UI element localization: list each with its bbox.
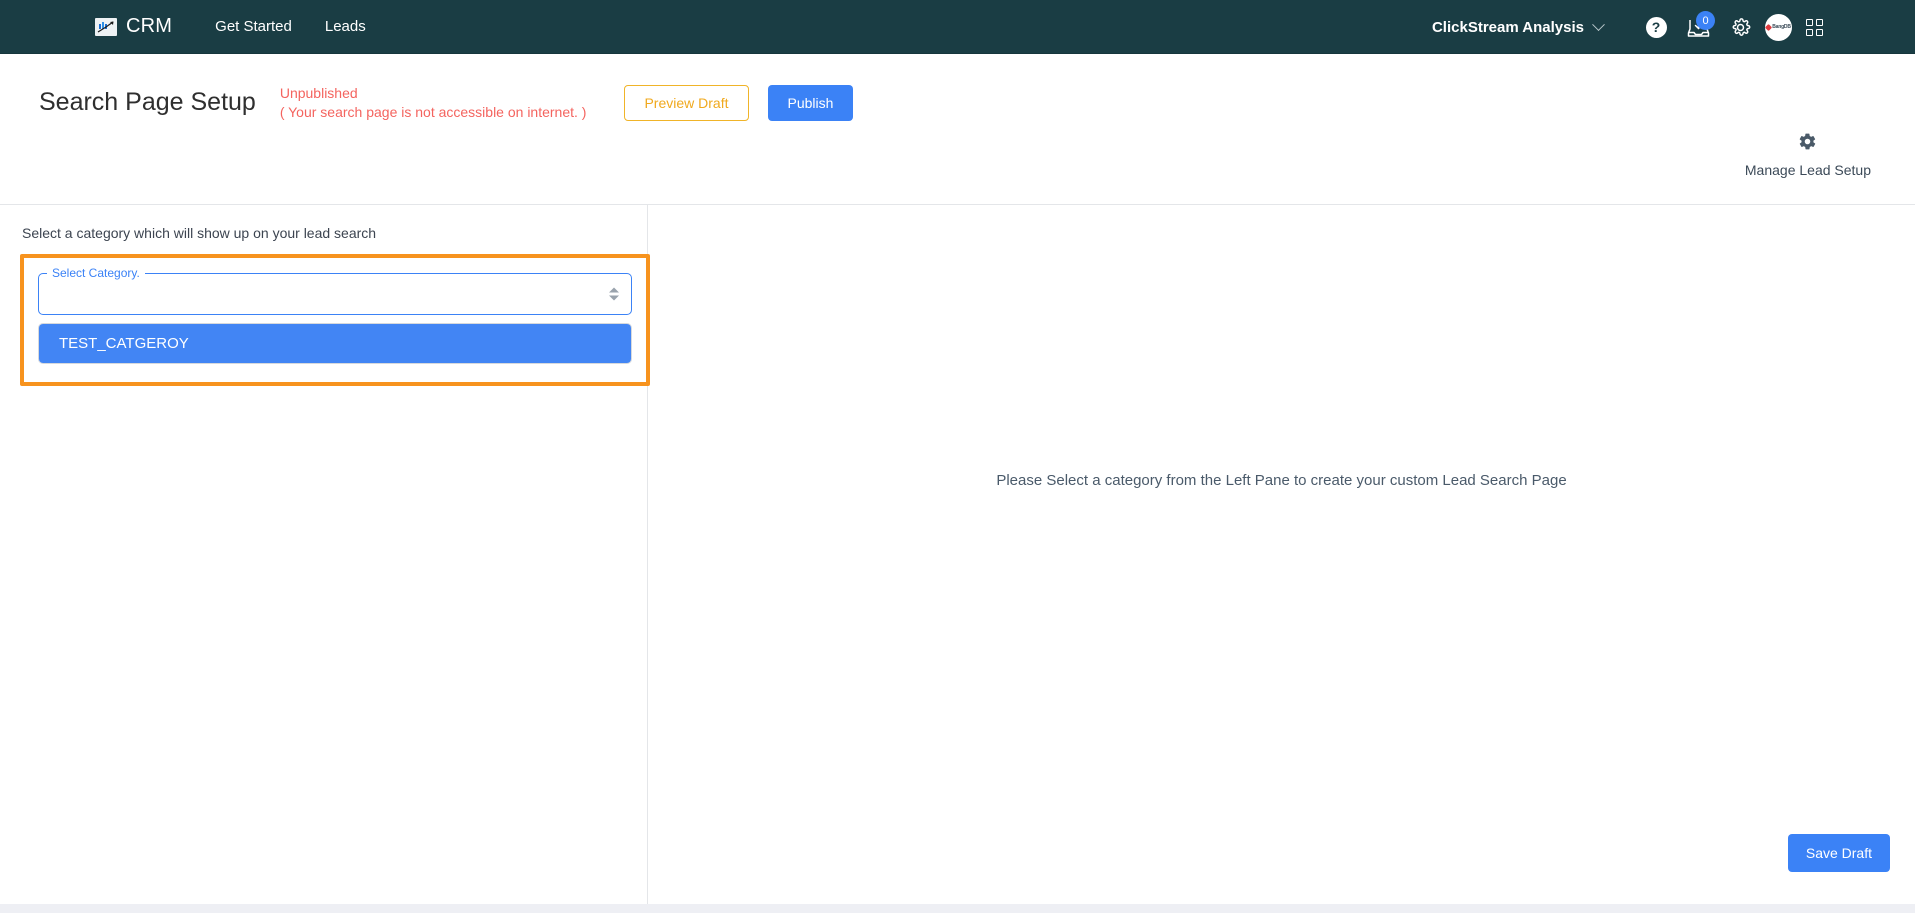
footer-strip	[0, 904, 1915, 913]
nav-right-group: ClickStream Analysis ? 0 BangDB	[1432, 0, 1823, 54]
save-draft-button[interactable]: Save Draft	[1787, 834, 1890, 872]
grid-apps-icon[interactable]	[1806, 18, 1823, 36]
avatar-text: BangDB	[1772, 24, 1791, 30]
gear-icon	[1732, 17, 1750, 36]
right-pane: Please Select a category from the Left P…	[648, 205, 1915, 904]
grid-cell	[1816, 18, 1823, 26]
manage-lead-setup-label: Manage Lead Setup	[1744, 162, 1871, 178]
brand-name: CRM	[126, 15, 173, 37]
account-switcher[interactable]: ClickStream Analysis	[1431, 17, 1605, 36]
settings-button[interactable]	[1723, 10, 1757, 44]
chevron-down-icon	[1592, 17, 1605, 31]
avatar-dot-icon	[1765, 23, 1773, 31]
page-header: Search Page Setup Unpublished ( Your sea…	[0, 54, 1915, 204]
category-select-field[interactable]: Select Category.	[38, 265, 632, 315]
brand-logo-group[interactable]: CRM	[95, 15, 172, 38]
page-title: Search Page Setup	[39, 88, 256, 117]
help-icon: ?	[1645, 16, 1667, 38]
preview-draft-button[interactable]: Preview Draft	[624, 84, 749, 121]
grid-cell	[1806, 28, 1813, 36]
grid-cell	[1806, 18, 1813, 26]
category-selector-highlight: Select Category. TEST_CATGEROY	[20, 254, 650, 386]
nav-link-get-started[interactable]: Get Started	[215, 18, 292, 35]
inbox-button[interactable]: 0	[1681, 10, 1715, 44]
category-option-list: TEST_CATGEROY	[38, 323, 632, 364]
status-badge: Unpublished	[279, 85, 358, 101]
category-search-input[interactable]	[38, 273, 632, 315]
manage-lead-setup-button[interactable]: Manage Lead Setup	[1745, 132, 1871, 178]
category-option-item[interactable]: TEST_CATGEROY	[39, 324, 631, 363]
publish-button[interactable]: Publish	[767, 84, 854, 121]
grid-cell	[1816, 28, 1823, 36]
publish-status-block: Unpublished ( Your search page is not ac…	[280, 84, 587, 122]
content-split: Select a category which will show up on …	[0, 204, 1915, 904]
empty-state-message: Please Select a category from the Left P…	[996, 472, 1567, 489]
avatar-inner-logo: BangDB	[1765, 23, 1791, 31]
nav-link-leads[interactable]: Leads	[325, 18, 366, 35]
nav-left-group: CRM Get Started Leads	[0, 15, 366, 38]
left-pane: Select a category which will show up on …	[0, 205, 650, 904]
status-description: ( Your search page is not accessible on …	[279, 103, 587, 120]
account-name-label: ClickStream Analysis	[1431, 18, 1584, 36]
help-button[interactable]: ?	[1639, 10, 1673, 44]
page-header-row: Search Page Setup Unpublished ( Your sea…	[0, 54, 1915, 122]
left-pane-caption: Select a category which will show up on …	[22, 225, 377, 241]
inbox-badge-count: 0	[1696, 11, 1715, 30]
avatar[interactable]: BangDB	[1765, 13, 1792, 41]
chart-arrow-logo-icon	[95, 17, 117, 36]
gear-icon	[1745, 132, 1871, 155]
top-navigation-bar: CRM Get Started Leads ClickStream Analys…	[0, 0, 1915, 54]
